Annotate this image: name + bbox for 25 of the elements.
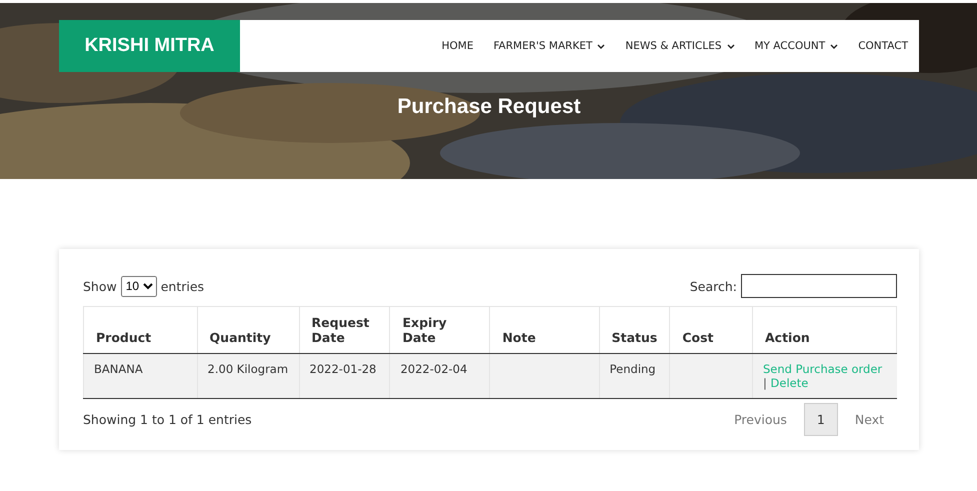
pagination-button[interactable]: Previous: [721, 403, 800, 436]
nav-link[interactable]: MY ACCOUNT: [754, 40, 838, 52]
nav-link[interactable]: FARMER'S MARKET: [493, 40, 606, 52]
caret-icon: [830, 44, 838, 48]
page-title: Purchase Request: [397, 95, 581, 119]
table-cell: 2022-02-04: [390, 354, 490, 398]
caret-icon: [726, 44, 734, 48]
entries-label: entries: [160, 278, 204, 294]
entries-info: Showing 1 to 1 of 1 entries: [83, 412, 252, 427]
entries-select[interactable]: 10: [120, 276, 157, 296]
search-label: Search:: [690, 278, 737, 294]
column-header[interactable]: Product: [84, 306, 198, 354]
separator: |: [763, 376, 767, 390]
table-cell: Pending: [599, 354, 670, 398]
table-cell: 2022-01-28: [299, 354, 390, 398]
table-cell: 2.00 Kilogram: [197, 354, 300, 398]
table-cell: BANANA: [84, 354, 198, 398]
pagination-button[interactable]: 1: [804, 403, 838, 436]
nav-link[interactable]: HOME: [442, 40, 474, 52]
nav-link[interactable]: NEWS & ARTICLES: [625, 40, 734, 52]
show-label: Show: [83, 278, 117, 294]
caret-icon: [597, 44, 606, 48]
nav-link[interactable]: CONTACT: [858, 40, 908, 52]
pagination-button[interactable]: Next: [842, 403, 897, 436]
search-field[interactable]: [741, 274, 897, 298]
